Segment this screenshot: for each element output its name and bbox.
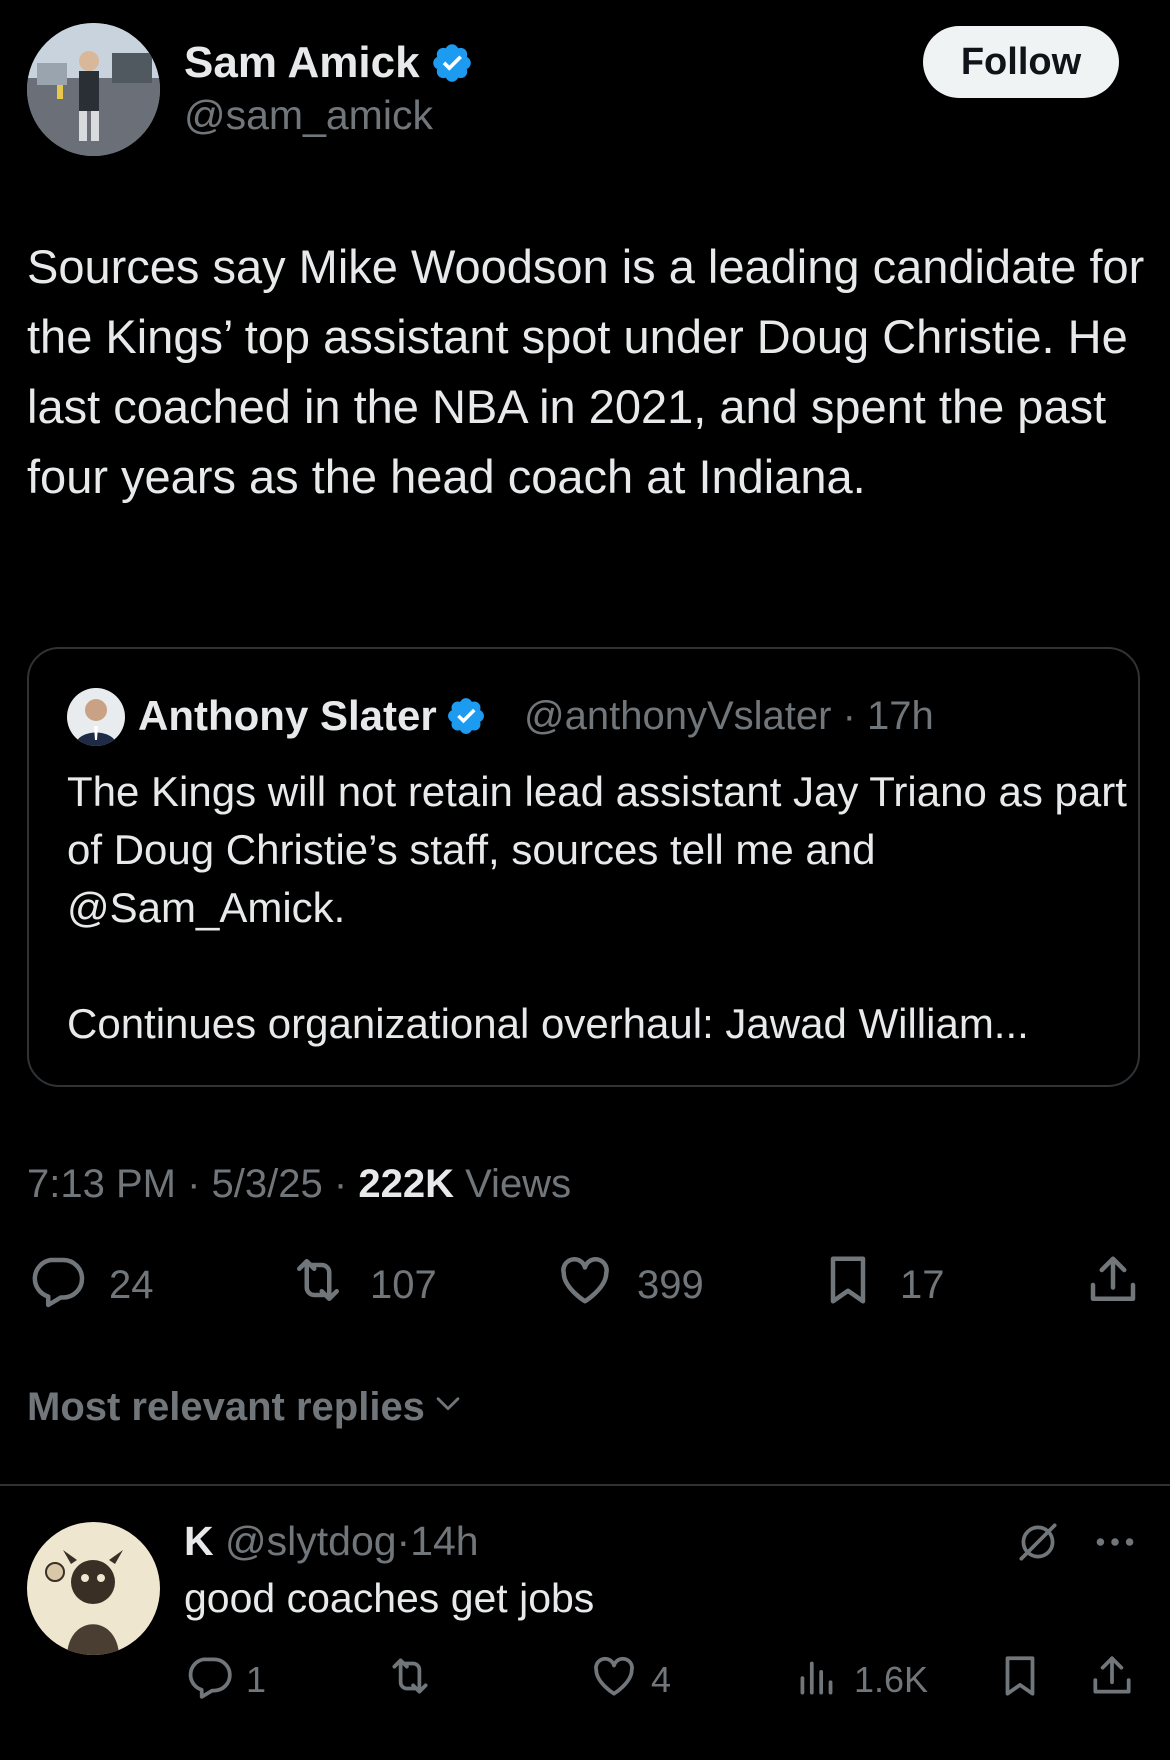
author-name[interactable]: Sam Amick [184, 38, 474, 88]
author-name-text[interactable]: Sam Amick [184, 38, 420, 88]
reply-separator: · [396, 1518, 411, 1564]
quote-text: The Kings will not retain lead assistant… [67, 768, 1127, 1047]
reply-author-avatar[interactable] [27, 1522, 160, 1655]
reply-text: good coaches get jobs [184, 1575, 595, 1621]
replies-sort-dropdown[interactable]: Most relevant replies [27, 1385, 465, 1430]
reply-views-count: 1.6K [854, 1659, 929, 1700]
reply-reply-count: 1 [246, 1659, 267, 1700]
like-icon [589, 1651, 639, 1710]
like-icon [555, 1250, 615, 1320]
reply-handle[interactable]: @slytdog [225, 1518, 397, 1564]
reply-share-button[interactable] [1087, 1652, 1137, 1708]
bookmark-count: 17 [900, 1262, 945, 1307]
reply-like-count: 4 [651, 1659, 672, 1700]
tweet-date[interactable]: 5/3/25 [212, 1162, 323, 1206]
grok-icon[interactable] [1013, 1517, 1063, 1567]
reply-icon [27, 1250, 87, 1320]
reply-reply-button[interactable]: 1 [184, 1652, 266, 1708]
bookmark-icon [818, 1250, 878, 1320]
quote-author-avatar[interactable] [67, 688, 125, 746]
like-count: 399 [637, 1262, 704, 1307]
quote-author-name-text[interactable]: Anthony Slater [138, 692, 437, 740]
quote-separator: · [842, 694, 856, 738]
quote-handle[interactable]: @anthonyVslater [524, 694, 831, 738]
bookmark-button[interactable]: 17 [818, 1255, 945, 1315]
reply-time[interactable]: 14h [410, 1518, 478, 1564]
follow-button[interactable]: Follow [923, 26, 1119, 98]
reply-bookmark-button[interactable] [995, 1652, 1045, 1708]
repost-count: 107 [370, 1262, 437, 1307]
replies-sort-label: Most relevant replies [27, 1385, 425, 1429]
reply-icon [184, 1651, 234, 1710]
divider [0, 1484, 1170, 1486]
reply-views-button[interactable]: 1.6K [792, 1652, 928, 1708]
repost-icon [288, 1250, 348, 1320]
tweet-meta: 7:13 PM · 5/3/25 · 222K Views [27, 1162, 571, 1207]
reply-header: K @slytdog·14h [184, 1518, 479, 1565]
bookmark-icon [995, 1651, 1045, 1710]
tweet-text: Sources say Mike Woodson is a leading ca… [27, 240, 1158, 503]
share-icon [1087, 1651, 1137, 1710]
tweet-time[interactable]: 7:13 PM [27, 1162, 176, 1206]
quote-meta: @anthonyVslater · 17h [524, 694, 934, 739]
verified-badge-icon [445, 695, 487, 737]
views-count[interactable]: 222K [358, 1162, 454, 1206]
views-label: Views [465, 1162, 572, 1206]
share-icon [1083, 1250, 1143, 1320]
views-icon [792, 1651, 842, 1710]
author-handle[interactable]: @sam_amick [184, 92, 433, 139]
meta-separator: · [187, 1162, 201, 1206]
author-avatar[interactable] [27, 23, 160, 156]
share-button[interactable] [1083, 1255, 1143, 1315]
repost-icon [385, 1651, 435, 1710]
reply-button[interactable]: 24 [27, 1255, 154, 1315]
chevron-down-icon [425, 1385, 465, 1430]
repost-button[interactable]: 107 [288, 1255, 437, 1315]
reply-author-name[interactable]: K [184, 1518, 214, 1564]
verified-badge-icon [430, 41, 474, 85]
more-icon[interactable] [1090, 1517, 1140, 1567]
quote-time[interactable]: 17h [867, 694, 934, 738]
meta-separator: · [333, 1162, 348, 1206]
reply-repost-button[interactable] [385, 1652, 435, 1708]
like-button[interactable]: 399 [555, 1255, 704, 1315]
reply-like-button[interactable]: 4 [589, 1652, 671, 1708]
reply-count: 24 [109, 1262, 154, 1307]
quote-author-name[interactable]: Anthony Slater [138, 692, 487, 740]
